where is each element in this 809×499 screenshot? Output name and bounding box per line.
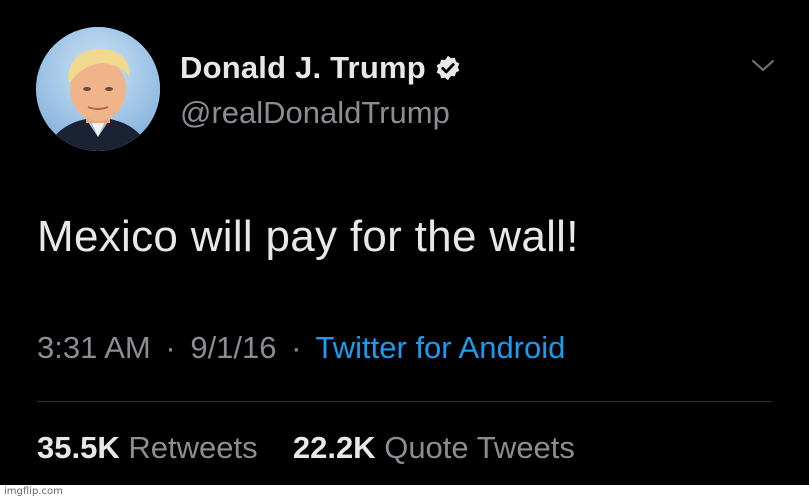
retweets-stat[interactable]: 35.5K Retweets (37, 430, 266, 465)
tweet-time[interactable]: 3:31 AM (37, 330, 151, 365)
chevron-down-icon[interactable] (748, 55, 778, 77)
watermark: imgflip.com (4, 486, 63, 497)
tweet-meta: 3:31 AM · 9/1/16 · Twitter for Android (37, 330, 565, 366)
display-name[interactable]: Donald J. Trump (180, 50, 426, 86)
avatar-image (36, 27, 160, 151)
tweet-date[interactable]: 9/1/16 (190, 330, 276, 365)
meta-separator: · (165, 330, 176, 365)
quote-tweets-label: Quote Tweets (384, 430, 575, 465)
retweets-label: Retweets (128, 430, 258, 465)
avatar[interactable] (36, 27, 160, 151)
tweet-card: Donald J. Trump @realDonaldTrump Mexico … (0, 0, 809, 499)
author-name-row[interactable]: Donald J. Trump (180, 50, 462, 86)
tweet-source-link[interactable]: Twitter for Android (316, 330, 566, 365)
handle[interactable]: @realDonaldTrump (180, 95, 450, 131)
quote-tweets-stat[interactable]: 22.2K Quote Tweets (293, 430, 575, 465)
retweets-count: 35.5K (37, 430, 120, 465)
engagement-stats: 35.5K Retweets 22.2K Quote Tweets (37, 430, 575, 466)
verified-badge-icon (436, 55, 460, 81)
meta-separator: · (291, 330, 302, 365)
watermark-bar: imgflip.com (0, 485, 809, 499)
tweet-text: Mexico will pay for the wall! (37, 212, 579, 261)
quote-tweets-count: 22.2K (292, 430, 376, 465)
divider (37, 401, 772, 402)
